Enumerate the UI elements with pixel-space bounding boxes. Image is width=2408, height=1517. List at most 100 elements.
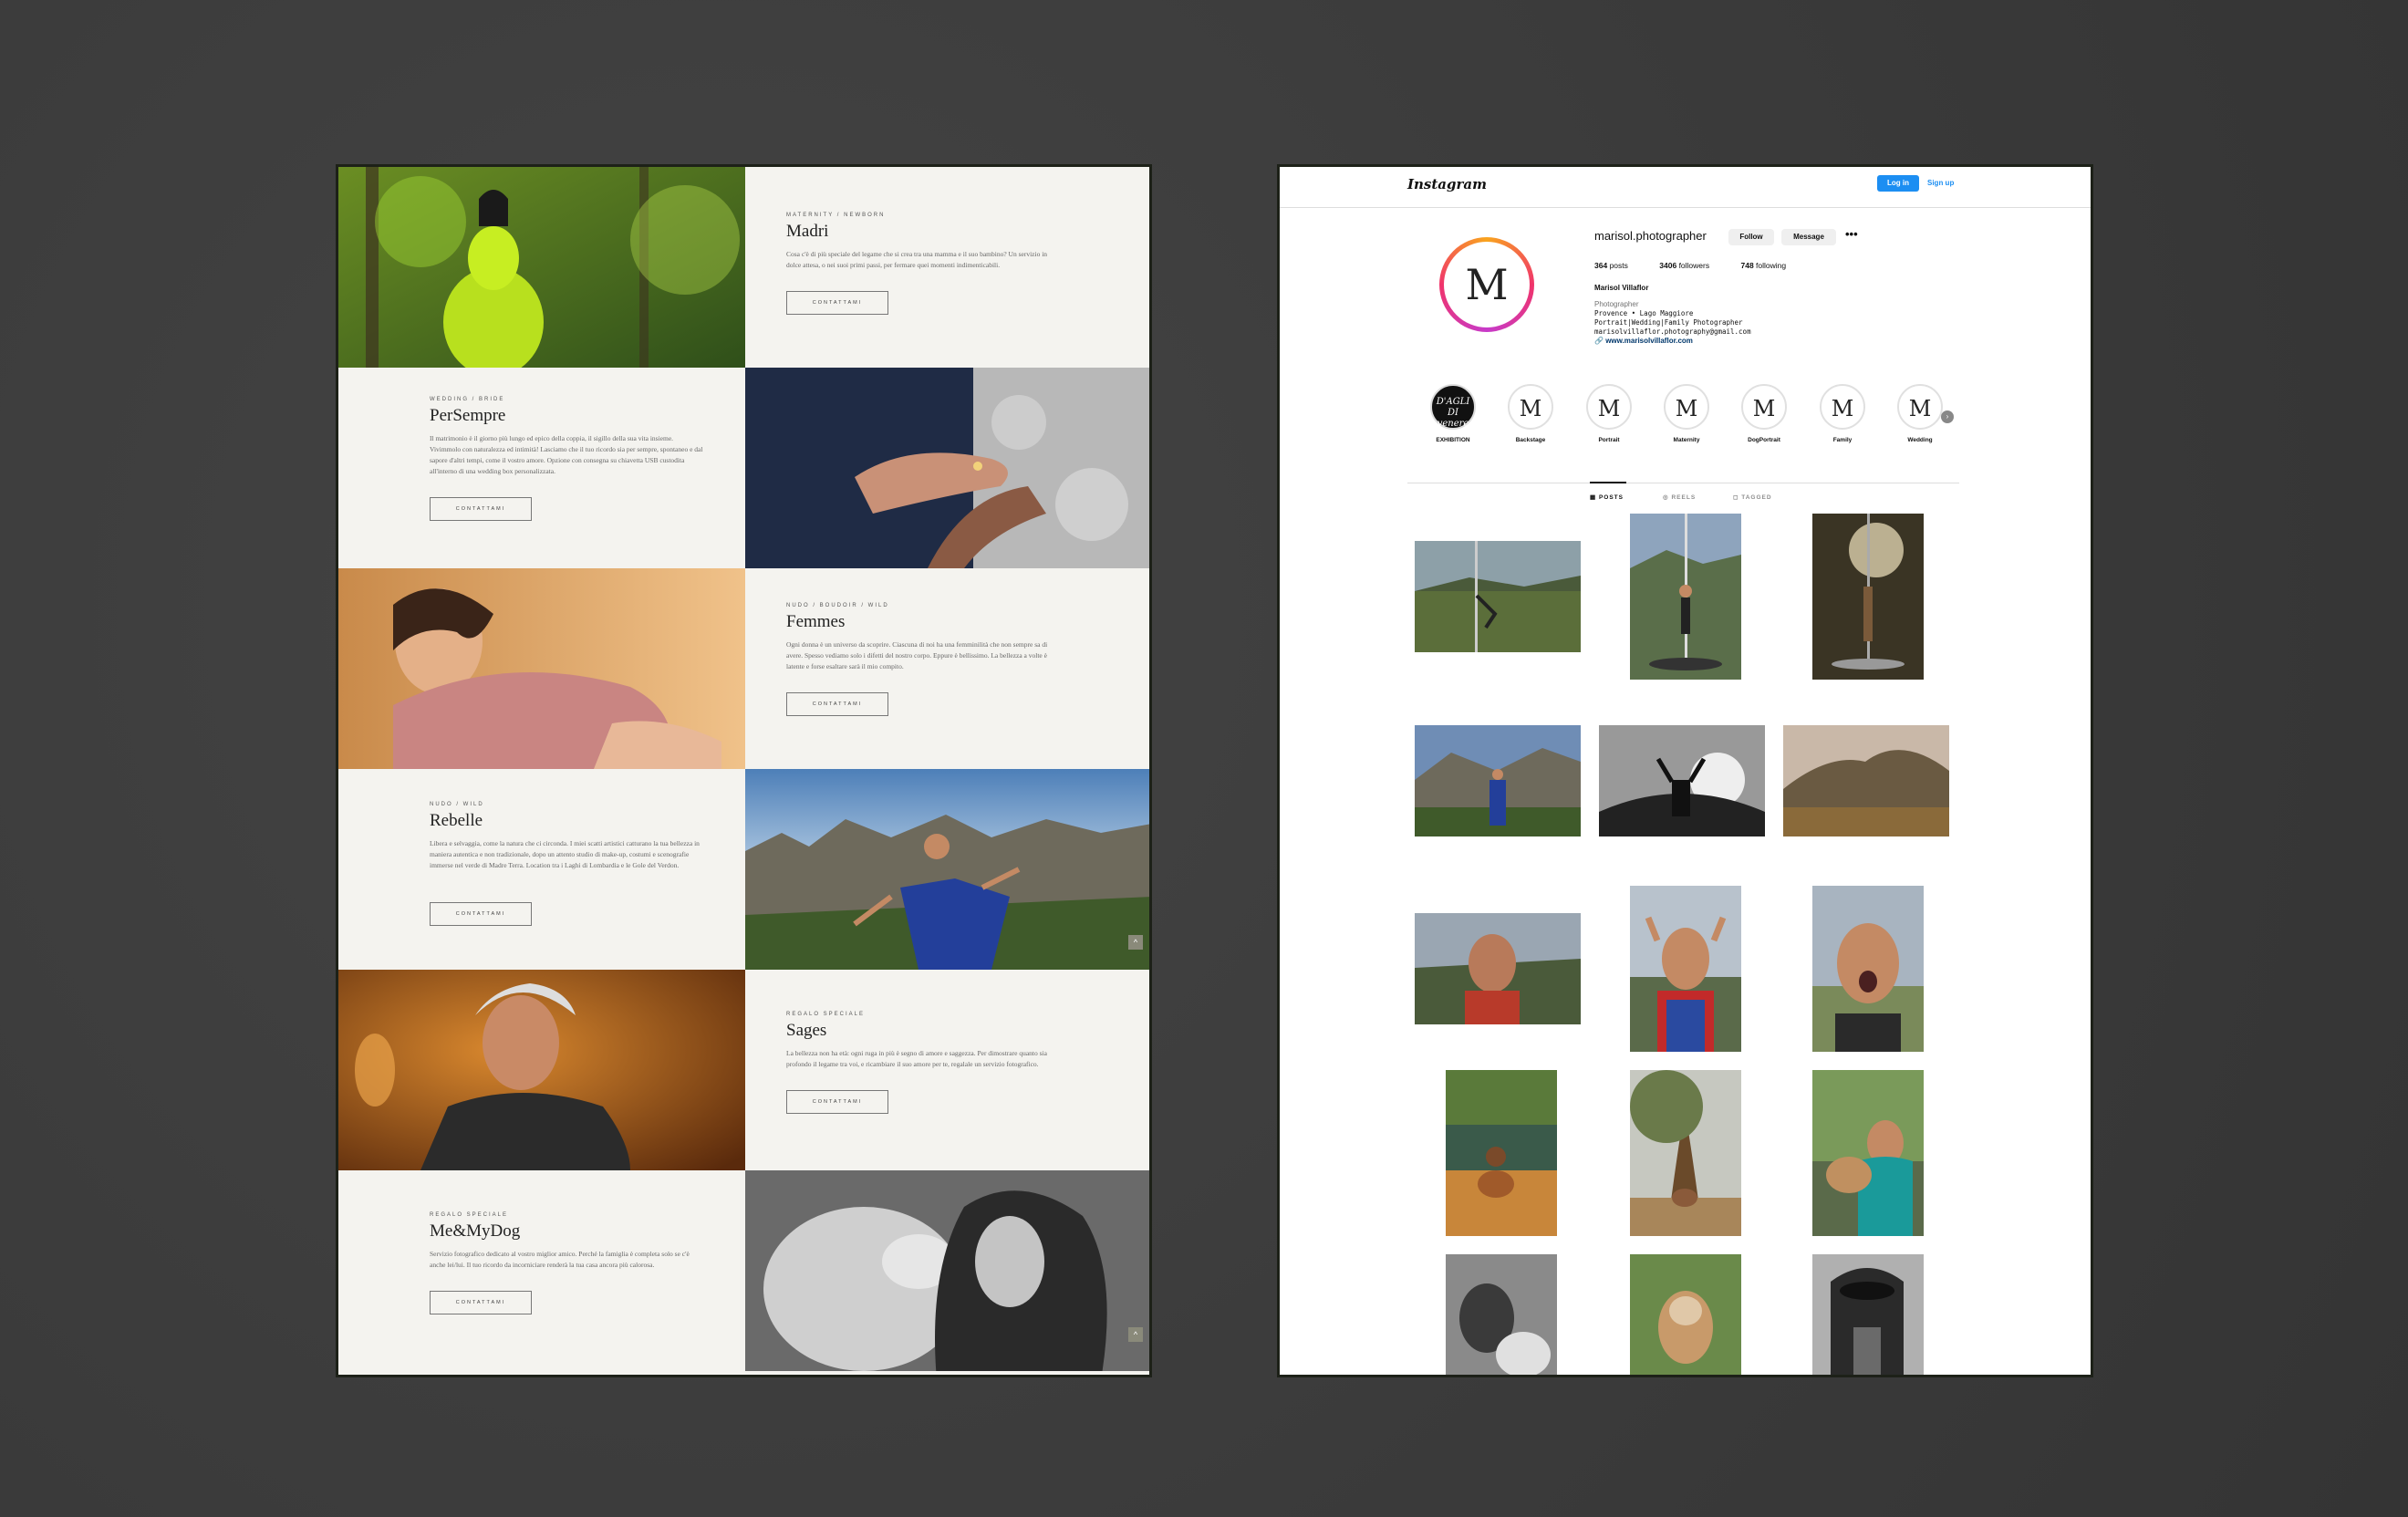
post-thumbnail[interactable] — [1415, 913, 1581, 1024]
post-thumbnail[interactable] — [1812, 1070, 1924, 1236]
highlight-dogportrait[interactable]: M DogPortrait — [1739, 384, 1790, 443]
section-tag: MATERNITY / NEWBORN — [786, 213, 886, 218]
highlight-label: Maternity — [1673, 437, 1700, 443]
follow-button[interactable]: Follow — [1728, 229, 1774, 245]
highlight-cover: D'AGLI DI venere — [1430, 384, 1476, 430]
post-thumbnail[interactable] — [1630, 514, 1741, 680]
scroll-top-button[interactable]: ^ — [1128, 935, 1143, 950]
section-tag: REGALO SPECIALE — [786, 1012, 866, 1017]
section-title: Femmes — [786, 612, 846, 631]
tagged-icon: ◻ — [1733, 494, 1742, 501]
contact-button[interactable]: CONTATTAMI — [786, 291, 888, 315]
scroll-top-button[interactable]: ^ — [1128, 1327, 1143, 1342]
profile-username: marisol.photographer — [1594, 229, 1707, 243]
highlight-portrait[interactable]: M Portrait — [1583, 384, 1635, 443]
highlight-cover: M — [1741, 384, 1787, 430]
highlight-family[interactable]: M Family — [1817, 384, 1868, 443]
elderly-portrait-photo — [338, 970, 745, 1170]
highlight-maternity[interactable]: M Maternity — [1661, 384, 1712, 443]
highlight-label: EXHIBITION — [1436, 437, 1470, 443]
contact-button[interactable]: CONTATTAMI — [786, 692, 888, 716]
madri-text: MATERNITY / NEWBORN Madri Cosa c'è di pi… — [745, 167, 1149, 368]
section-description: Cosa c'è di più speciale del legame che … — [786, 250, 1048, 269]
followers-count[interactable]: 3406 followers — [1659, 261, 1724, 270]
section-tag: REGALO SPECIALE — [430, 1212, 509, 1218]
profile-full-name: Marisol Villaflor — [1594, 284, 1649, 292]
profile-category: Photographer — [1594, 300, 1639, 308]
persempre-text: WEDDING / BRIDE PerSempre Il matrimonio … — [338, 368, 745, 568]
instagram-header: Instagram Log in Sign up — [1280, 167, 2091, 208]
tab-tagged[interactable]: ◻ TAGGED — [1733, 494, 1772, 501]
following-count[interactable]: 748 following — [1740, 261, 1801, 270]
more-options-icon[interactable]: ••• — [1845, 227, 1858, 241]
section-tag: NUDO / WILD — [430, 802, 484, 807]
profile-stats: 364 posts 3406 followers 748 following — [1594, 261, 1815, 270]
instagram-logo[interactable]: Instagram — [1407, 176, 1487, 192]
post-thumbnail[interactable] — [1812, 1254, 1924, 1375]
dog-portrait-photo: ^ — [745, 1170, 1149, 1371]
maternity-photo — [338, 167, 745, 368]
instagram-mockup: Instagram Log in Sign up M marisol.photo… — [1277, 164, 2093, 1377]
me-and-my-dog-text: REGALO SPECIALE Me&MyDog Servizio fotogr… — [338, 1170, 745, 1371]
boudoir-photo — [338, 568, 745, 769]
contact-button[interactable]: CONTATTAMI — [430, 497, 532, 521]
profile-avatar[interactable]: M — [1439, 237, 1534, 332]
signup-link[interactable]: Sign up — [1927, 175, 1954, 192]
login-button[interactable]: Log in — [1877, 175, 1919, 192]
avatar-monogram: M — [1444, 242, 1530, 327]
section-rebelle: NUDO / WILD Rebelle Libera e selvaggia, … — [338, 769, 1149, 970]
bio-website-link[interactable]: 🔗 www.marisolvillaflor.com — [1594, 337, 1868, 346]
section-description: Libera e selvaggia, come la natura che c… — [430, 839, 700, 869]
highlight-label: Wedding — [1907, 437, 1933, 443]
section-title: Rebelle — [430, 811, 483, 830]
section-title: PerSempre — [430, 406, 506, 425]
wedding-photo — [745, 368, 1149, 568]
section-title: Me&MyDog — [430, 1221, 521, 1241]
highlight-wedding[interactable]: M Wedding — [1894, 384, 1946, 443]
highlights-next-icon[interactable]: › — [1941, 410, 1954, 423]
post-thumbnail[interactable] — [1630, 1070, 1741, 1236]
active-tab-indicator — [1590, 482, 1626, 483]
section-description: Ogni donna è un universo da scoprire. Ci… — [786, 640, 1048, 670]
tab-posts[interactable]: ▦ POSTS — [1590, 494, 1624, 501]
section-sages: REGALO SPECIALE Sages La bellezza non ha… — [338, 970, 1149, 1170]
highlight-cover: M — [1820, 384, 1865, 430]
highlight-backstage[interactable]: M Backstage — [1505, 384, 1556, 443]
post-thumbnail[interactable] — [1812, 886, 1924, 1052]
highlight-label: Family — [1832, 437, 1853, 443]
website-mockup: MATERNITY / NEWBORN Madri Cosa c'è di pi… — [336, 164, 1152, 1377]
contact-button[interactable]: CONTATTAMI — [786, 1090, 888, 1114]
contact-button[interactable]: CONTATTAMI — [430, 1291, 532, 1314]
wild-photo: ^ — [745, 769, 1149, 970]
post-thumbnail[interactable] — [1783, 725, 1949, 836]
bio-line: Portrait|Wedding|Family Photographer — [1594, 318, 1743, 327]
rebelle-text: NUDO / WILD Rebelle Libera e selvaggia, … — [338, 769, 745, 970]
grid-icon: ▦ — [1590, 494, 1599, 501]
profile-bio: Marisol Villaflor Photographer Provence … — [1594, 284, 1868, 346]
section-title: Madri — [786, 222, 829, 241]
section-madri: MATERNITY / NEWBORN Madri Cosa c'è di pi… — [338, 167, 1149, 368]
contact-button[interactable]: CONTATTAMI — [430, 902, 532, 926]
section-title: Sages — [786, 1021, 827, 1040]
highlight-exhibition[interactable]: D'AGLI DI venere EXHIBITION — [1427, 384, 1479, 443]
message-button[interactable]: Message — [1781, 229, 1836, 245]
post-thumbnail[interactable] — [1446, 1254, 1557, 1375]
post-thumbnail[interactable] — [1599, 725, 1765, 836]
post-thumbnail[interactable] — [1630, 886, 1741, 1052]
post-thumbnail[interactable] — [1415, 725, 1581, 836]
section-tag: NUDO / BOUDOIR / WILD — [786, 603, 889, 608]
post-thumbnail[interactable] — [1630, 1254, 1741, 1375]
section-description: Il matrimonio è il giorno più lungo ed e… — [430, 434, 703, 475]
posts-count: 364 posts — [1594, 261, 1628, 270]
tab-reels[interactable]: ◎ REELS — [1663, 494, 1696, 501]
section-tag: WEDDING / BRIDE — [430, 397, 505, 402]
section-description: Servizio fotografico dedicato al vostro … — [430, 1250, 690, 1269]
highlight-label: Backstage — [1515, 437, 1546, 443]
section-persempre: WEDDING / BRIDE PerSempre Il matrimonio … — [338, 368, 1149, 568]
bio-email: marisolvillaflor.photography@gmail.com — [1594, 327, 1751, 336]
post-thumbnail[interactable] — [1812, 514, 1924, 680]
highlight-cover: M — [1664, 384, 1709, 430]
section-me-and-my-dog: REGALO SPECIALE Me&MyDog Servizio fotogr… — [338, 1170, 1149, 1371]
post-thumbnail[interactable] — [1446, 1070, 1557, 1236]
post-thumbnail[interactable] — [1415, 541, 1581, 652]
